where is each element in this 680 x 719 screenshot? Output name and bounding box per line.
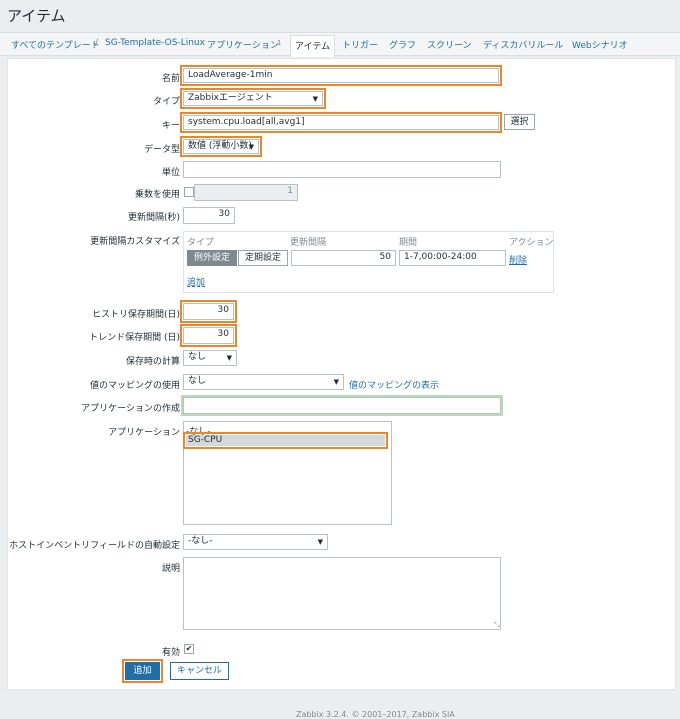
exception-tab[interactable]: 例外設定 <box>187 250 237 266</box>
footer: Zabbix 3.2.4. © 2001–2017, Zabbix SIA <box>0 690 680 719</box>
new-application-input[interactable] <box>181 395 503 416</box>
trends-label: トレンド保存期間 (日) <box>89 333 180 343</box>
value-mapping-select-value: なし <box>188 376 207 386</box>
col-period-header: 期間 <box>399 238 418 248</box>
col-type-header: タイプ <box>187 238 215 248</box>
page-title: アイテム <box>7 7 66 25</box>
tab-graphs[interactable]: グラフ <box>389 38 416 51</box>
add-button[interactable]: 追加 <box>122 659 163 683</box>
inventory-select-value: -なし- <box>188 536 213 546</box>
resize-handle-icon[interactable]: ⤡ <box>494 621 500 630</box>
periodic-tab[interactable]: 定期設定 <box>238 250 288 266</box>
type-select-value: Zabbixエージェント <box>188 93 273 103</box>
key-label: キー <box>161 121 180 131</box>
new-application-label: アプリケーションの作成 <box>81 404 180 414</box>
col-action-header: アクション <box>509 238 554 248</box>
data-type-select[interactable]: 数値 (浮動小数) <box>180 136 262 157</box>
type-label: タイプ <box>152 97 180 107</box>
unit-input[interactable] <box>183 161 501 178</box>
name-input[interactable]: LoadAverage-1min <box>180 65 502 86</box>
description-label: 説明 <box>161 564 180 574</box>
nav-all-templates[interactable]: すべてのテンプレート <box>11 38 100 51</box>
data-type-label: データ型 <box>143 145 180 155</box>
key-select-button[interactable]: 選択 <box>504 114 535 130</box>
custom-interval-label: 更新間隔カスタマイズ <box>90 237 180 247</box>
item-form: 名前 LoadAverage-1min タイプ Zabbixエージェント キー … <box>7 58 676 690</box>
store-value-select[interactable]: なし <box>183 350 237 366</box>
custom-interval-table: タイプ 更新間隔 期間 アクション 例外設定 定期設定 50 1-7,00:00… <box>183 231 554 293</box>
key-input[interactable]: system.cpu.load[all,avg1] <box>180 112 502 133</box>
enabled-label: 有効 <box>161 648 180 658</box>
history-label: ヒストリ保存期間(日) <box>91 310 180 320</box>
interval-label: 更新間隔(秒) <box>127 213 180 223</box>
type-select[interactable]: Zabbixエージェント <box>180 88 326 109</box>
custom-period-input[interactable]: 1-7,00:00-24:00 <box>399 250 506 266</box>
description-textarea[interactable] <box>183 557 501 630</box>
nav-applications[interactable]: アプリケーション <box>207 38 279 51</box>
add-interval-link[interactable]: 追加 <box>187 275 205 288</box>
data-type-select-value: 数値 (浮動小数) <box>188 141 252 151</box>
multiplier-input[interactable]: 1 <box>194 184 298 201</box>
enabled-checkbox[interactable]: ✔ <box>184 644 194 654</box>
page-header: アイテム <box>0 0 680 30</box>
breadcrumb-nav: すべてのテンプレート / SG-Template-OS-Linux アプリケーシ… <box>0 32 680 57</box>
tab-screens[interactable]: スクリーン <box>427 38 472 51</box>
history-input[interactable]: 30 <box>180 300 237 323</box>
custom-interval-input[interactable]: 50 <box>291 250 396 266</box>
footer-text: Zabbix 3.2.4. © 2001–2017, Zabbix SIA <box>296 710 455 719</box>
multiplier-label: 乗数を使用 <box>134 190 180 200</box>
name-label: 名前 <box>161 74 180 84</box>
tab-items[interactable]: アイテム <box>290 35 336 57</box>
cancel-button[interactable]: キャンセル <box>170 662 229 680</box>
inventory-label: ホストインベントリフィールドの自動設定 <box>9 541 180 551</box>
nav-template-name[interactable]: SG-Template-OS-Linux <box>105 38 205 48</box>
value-mapping-select[interactable]: なし <box>183 374 344 390</box>
tab-web-scenarios[interactable]: Webシナリオ <box>572 38 628 51</box>
nav-separator: / <box>95 38 99 48</box>
trends-input[interactable]: 30 <box>180 324 237 347</box>
nav-applications-count: 1 <box>277 39 282 47</box>
show-value-mapping-link[interactable]: 値のマッピングの表示 <box>349 378 439 391</box>
remove-link[interactable]: 削除 <box>509 253 527 266</box>
interval-input[interactable]: 30 <box>183 207 235 224</box>
store-value-label: 保存時の計算 <box>125 357 180 367</box>
unit-label: 単位 <box>161 168 180 178</box>
tab-triggers[interactable]: トリガー <box>342 38 378 51</box>
tab-discovery-rules[interactable]: ディスカバリルール <box>483 38 563 51</box>
applications-listbox[interactable]: -なし- SG-CPU <box>183 421 392 525</box>
store-value-select-value: なし <box>188 352 207 362</box>
inventory-select[interactable]: -なし- <box>183 534 328 550</box>
value-mapping-label: 値のマッピングの使用 <box>89 381 180 391</box>
applications-option-sg-cpu[interactable]: SG-CPU <box>183 432 388 449</box>
multiplier-checkbox[interactable] <box>184 187 194 197</box>
col-interval-header: 更新間隔 <box>290 238 327 248</box>
applications-label: アプリケーション <box>108 428 180 438</box>
